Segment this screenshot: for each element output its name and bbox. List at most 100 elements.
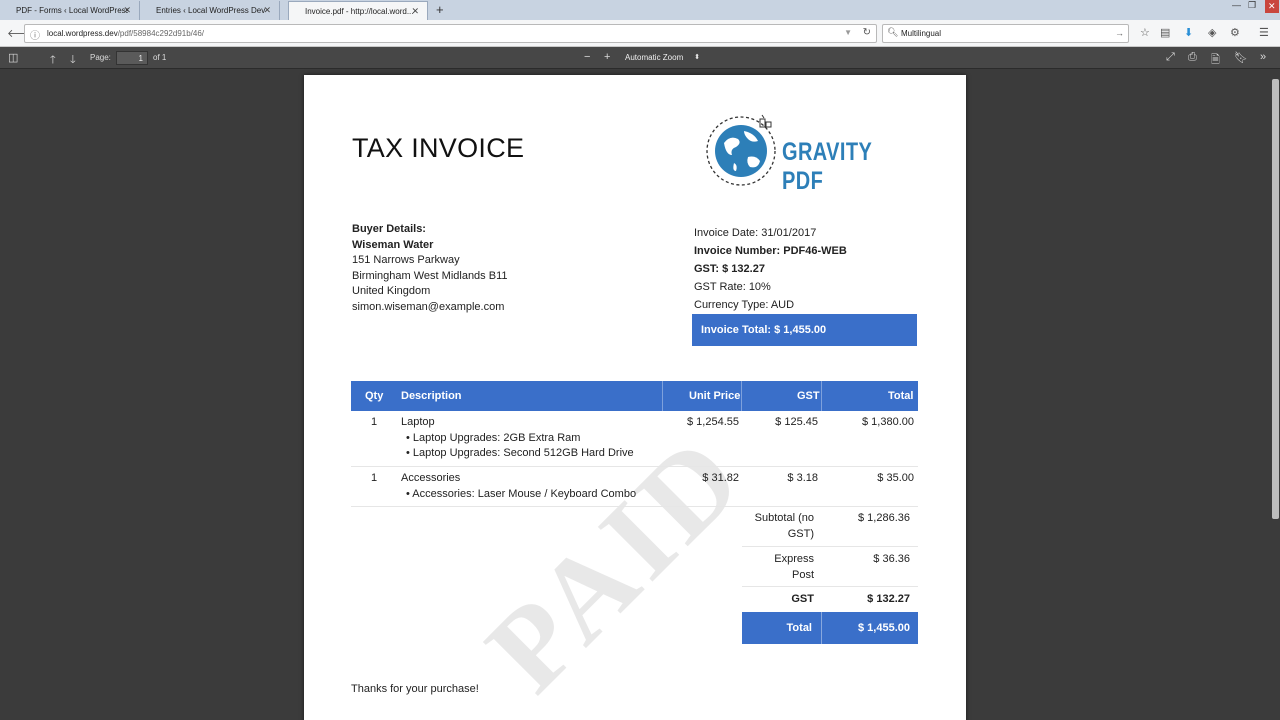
bookmark-star-icon[interactable]: ☆ (1140, 26, 1150, 39)
extensions-icon[interactable]: ⚙ (1230, 26, 1240, 39)
buyer-email: simon.wiseman@example.com (352, 300, 505, 313)
globe-icon (706, 114, 776, 186)
bookmark-icon[interactable]: 🔖︎ (1234, 51, 1248, 64)
row-description: Laptop • Laptop Upgrades: 2GB Extra Ram … (401, 415, 634, 462)
scrollbar[interactable] (1271, 69, 1280, 720)
grand-total-label: Total (786, 622, 812, 634)
buyer-details: Buyer Details: Wiseman Water 151 Narrows… (352, 222, 508, 316)
chevron-down-icon: ⬍ (694, 54, 700, 61)
save-icon[interactable]: 🗎 (1211, 51, 1220, 70)
totals-divider (742, 546, 918, 547)
page-number-input[interactable]: 1 (116, 51, 148, 65)
window-close-icon[interactable]: ✕ (1265, 0, 1279, 13)
invoice-date: Invoice Date: 31/01/2017 (694, 227, 817, 239)
row-option: • Laptop Upgrades: Second 512GB Hard Dri… (406, 447, 634, 460)
zoom-in-button[interactable]: + (604, 51, 610, 63)
zoom-out-button[interactable]: − (584, 51, 590, 63)
column-divider (821, 381, 822, 411)
shipping-label-line: Express (774, 553, 814, 565)
reload-icon[interactable]: ↻ (863, 27, 871, 38)
row-option: • Accessories: Laser Mouse / Keyboard Co… (406, 487, 637, 500)
minimize-icon[interactable]: — (1232, 0, 1241, 10)
gravity-pdf-logo: GRAVITY PDF (704, 113, 914, 195)
scrollbar-thumb[interactable] (1272, 79, 1279, 519)
invoice-title: TAX INVOICE (352, 133, 525, 163)
row-unit-price: $ 31.82 (702, 472, 739, 484)
download-icon[interactable]: ⬇ (1184, 26, 1193, 39)
tab-close-icon[interactable]: ✕ (123, 5, 131, 16)
gst-total-label: GST (791, 593, 814, 605)
new-tab-button[interactable]: + (436, 2, 444, 17)
shipping-label-line: Post (791, 568, 814, 581)
url-text: local.wordpress.dev/pdf/58984c292d91b/46… (47, 29, 204, 38)
info-icon[interactable]: ⓘ (30, 27, 40, 42)
url-host: local.wordpress.dev (47, 29, 118, 38)
column-divider (662, 381, 663, 411)
column-header-qty: Qty (365, 390, 384, 402)
subtotal-value: $ 1,286.36 (858, 512, 910, 524)
search-input[interactable]: Multilingual (901, 29, 941, 38)
invoice-meta: Invoice Date: 31/01/2017 Invoice Number:… (694, 224, 847, 314)
row-option: • Laptop Upgrades: 2GB Extra Ram (406, 431, 581, 444)
reading-list-icon[interactable]: ▤ (1160, 26, 1170, 39)
invoice-number: Invoice Number: PDF46-WEB (694, 245, 847, 257)
url-dropdown-icon[interactable]: ▼ (844, 28, 852, 37)
column-header-total: Total (888, 390, 914, 402)
column-divider (741, 381, 742, 411)
tab-bar: PDF - Forms ‹ Local WordPress ... ✕ Entr… (0, 0, 1280, 20)
tools-icon[interactable]: » (1260, 51, 1266, 63)
shipping-label: Express Post (744, 552, 814, 583)
buyer-address-line: 151 Narrows Parkway (352, 254, 460, 267)
row-qty: 1 (371, 472, 378, 484)
url-path: /pdf/58984c292d91b/46/ (117, 29, 205, 38)
tab-close-icon[interactable]: ✕ (411, 6, 419, 17)
page-total: of 1 (153, 53, 167, 62)
invoice-currency: Currency Type: AUD (694, 299, 795, 311)
shipping-value: $ 36.36 (873, 553, 910, 565)
tab-invoice-pdf[interactable]: Invoice.pdf - http://local.word... ✕ (288, 1, 428, 20)
row-description: Accessories • Accessories: Laser Mouse /… (401, 471, 636, 502)
column-header-description: Description (401, 390, 462, 402)
grand-total-value: $ 1,455.00 (858, 622, 910, 634)
buyer-address-line: Birmingham West Midlands B11 (352, 269, 508, 282)
maximize-icon[interactable]: ❐ (1248, 0, 1256, 11)
pocket-icon[interactable]: ◈ (1208, 26, 1216, 39)
tab-close-icon[interactable]: ✕ (263, 5, 271, 16)
subtotal-label-line: GST) (787, 527, 814, 540)
row-total: $ 1,380.00 (862, 416, 914, 428)
buyer-heading: Buyer Details: (352, 223, 426, 235)
print-icon[interactable]: ⎙ (1188, 51, 1197, 64)
invoice-gst-rate: GST Rate: 10% (694, 281, 771, 293)
zoom-select[interactable]: Automatic Zoom ⬍ (620, 51, 704, 65)
search-go-icon[interactable]: → (1115, 28, 1124, 38)
sidebar-toggle-icon[interactable]: ◫ (8, 51, 18, 64)
row-gst: $ 125.45 (775, 416, 818, 428)
menu-icon[interactable]: ☰ (1259, 26, 1269, 39)
buyer-name: Wiseman Water (352, 238, 434, 251)
previous-page-icon[interactable]: 🡑 (50, 51, 56, 70)
presentation-mode-icon[interactable]: ⤢ (1166, 51, 1175, 64)
column-header-gst: GST (797, 390, 820, 402)
navigation-bar: 🡐 ⓘ local.wordpress.dev/pdf/58984c292d91… (0, 20, 1280, 47)
column-header-unit-price: Unit Price (689, 390, 741, 402)
zoom-value: Automatic Zoom (625, 53, 684, 62)
search-icon: 🔍︎ (887, 27, 899, 37)
page-label: Page: (90, 53, 111, 62)
row-gst: $ 3.18 (787, 472, 818, 484)
search-bar[interactable]: 🔍︎ Multilingual → (882, 24, 1129, 43)
next-page-icon[interactable]: 🡓 (70, 51, 76, 70)
table-header: Qty Description Unit Price GST Total (351, 381, 918, 411)
row-divider (351, 506, 918, 507)
invoice-total-box: Invoice Total: $ 1,455.00 (692, 314, 917, 346)
row-unit-price: $ 1,254.55 (687, 416, 739, 428)
tab-label: PDF - Forms ‹ Local WordPress ... (16, 6, 128, 15)
tab-pdf-forms[interactable]: PDF - Forms ‹ Local WordPress ... ✕ (0, 1, 140, 20)
url-bar[interactable]: ⓘ local.wordpress.dev/pdf/58984c292d91b/… (24, 24, 877, 43)
row-total: $ 35.00 (877, 472, 914, 484)
row-item-name: Accessories (401, 472, 461, 484)
logo-text: GRAVITY PDF (782, 138, 872, 195)
tab-label: Entries ‹ Local WordPress Dev ... (156, 6, 268, 15)
tab-entries[interactable]: Entries ‹ Local WordPress Dev ... ✕ (140, 1, 280, 20)
row-item-name: Laptop (401, 416, 435, 428)
pdf-page: PAID TAX INVOICE GRAVITY PDF Buyer Detai… (304, 75, 966, 720)
